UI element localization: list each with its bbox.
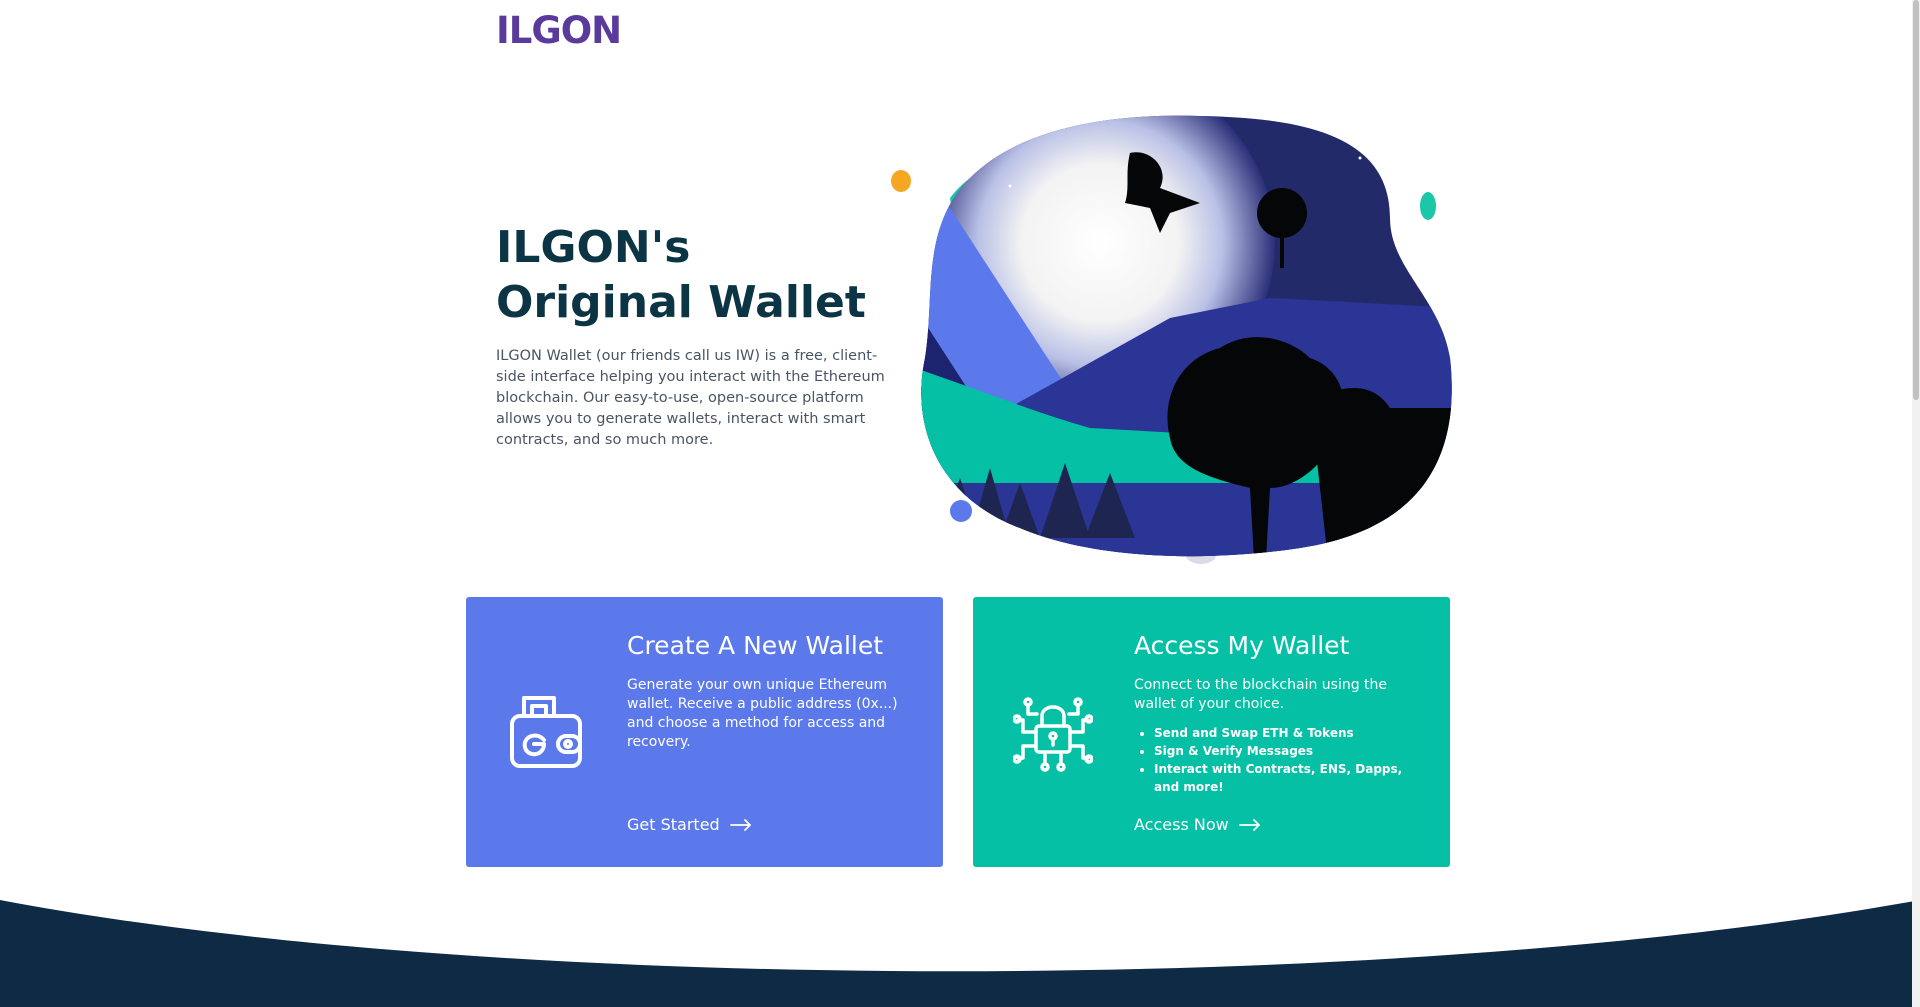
create-wallet-title: Create A New Wallet (627, 631, 884, 660)
get-started-link[interactable]: Get Started (627, 815, 752, 834)
access-now-link[interactable]: Access Now (1134, 815, 1261, 834)
list-item: Sign & Verify Messages (1154, 742, 1424, 760)
hero-title: ILGON's Original Wallet (496, 220, 896, 330)
create-wallet-body: Create A New Wallet Generate your own un… (627, 630, 917, 752)
list-item: Interact with Contracts, ENS, Dapps, and… (1154, 760, 1424, 796)
arrow-right-icon (729, 818, 751, 831)
dragon-moon-landscape-illustration (891, 115, 1452, 564)
access-wallet-card[interactable]: Access My Wallet Connect to the blockcha… (973, 597, 1450, 867)
get-started-label: Get Started (627, 815, 720, 834)
hero-title-line2: Original Wallet (496, 277, 866, 328)
hero-section: ILGON's Original Wallet ILGON Wallet (ou… (496, 220, 896, 451)
logo-text: ILGON (496, 8, 622, 52)
hero-description: ILGON Wallet (our friends call us IW) is… (496, 348, 885, 448)
create-wallet-description: Generate your own unique Ethereum wallet… (627, 677, 898, 750)
access-wallet-title: Access My Wallet (1134, 631, 1350, 660)
wallet-options: Create A New Wallet Generate your own un… (466, 597, 1450, 867)
page-scrollbar[interactable] (1912, 0, 1920, 1007)
list-item: Send and Swap ETH & Tokens (1154, 724, 1424, 742)
access-now-label: Access Now (1134, 815, 1229, 834)
create-wallet-card[interactable]: Create A New Wallet Generate your own un… (466, 597, 943, 867)
access-wallet-description: Connect to the blockchain using the wall… (1134, 677, 1388, 712)
wallet-icon (510, 696, 582, 768)
hero-title-line1: ILGON's (496, 222, 691, 273)
access-wallet-body: Access My Wallet Connect to the blockcha… (1134, 630, 1424, 796)
brand-logo[interactable]: ILGON (496, 8, 622, 52)
arrow-right-icon (1238, 818, 1260, 831)
circuit-lock-icon (1013, 697, 1093, 772)
footer-wave (0, 900, 1920, 1007)
scrollbar-thumb[interactable] (1913, 0, 1919, 400)
access-features-list: Send and Swap ETH & Tokens Sign & Verify… (1154, 724, 1424, 796)
